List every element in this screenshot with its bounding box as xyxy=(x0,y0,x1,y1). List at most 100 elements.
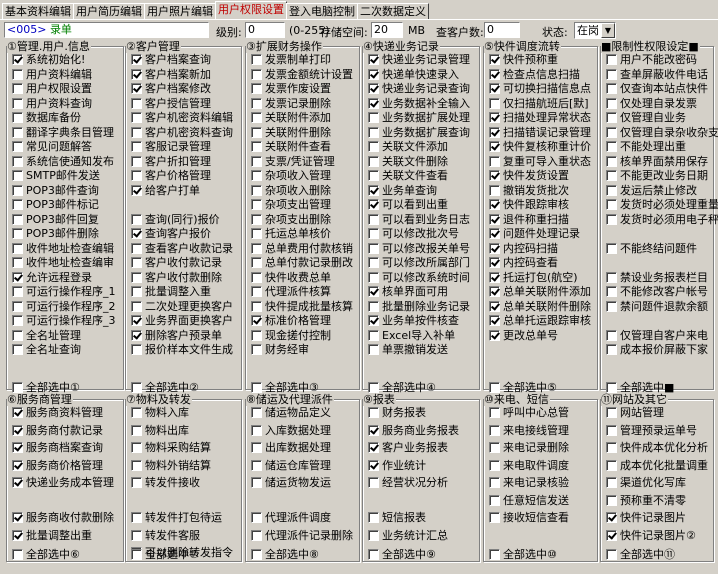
select-all-checkbox[interactable]: 全部选中③ xyxy=(251,381,319,394)
checkbox-square[interactable] xyxy=(368,243,379,254)
checkbox-square[interactable] xyxy=(489,425,500,436)
checkbox-square[interactable] xyxy=(489,495,500,506)
permission-checkbox[interactable]: 快递单快速录入 xyxy=(368,68,459,81)
checkbox-square[interactable] xyxy=(251,98,262,109)
checkbox-square[interactable] xyxy=(251,112,262,123)
checkbox-square[interactable] xyxy=(368,512,379,523)
permission-checkbox[interactable]: 可以修改所属部门 xyxy=(368,256,470,269)
permission-checkbox[interactable]: 客户档案新加 xyxy=(131,68,211,81)
permission-checkbox[interactable]: 批量调整出重 xyxy=(12,529,92,542)
checkbox-square[interactable] xyxy=(12,530,23,541)
permission-checkbox[interactable]: 全名址管理 xyxy=(12,329,81,342)
permission-checkbox[interactable]: 报价样本文件生成 xyxy=(131,343,233,356)
checkbox-square[interactable] xyxy=(606,272,617,283)
checkbox-square[interactable] xyxy=(12,112,23,123)
checkbox-square[interactable] xyxy=(606,425,617,436)
select-all-checkbox[interactable]: 全部选中■ xyxy=(606,381,674,394)
permission-checkbox[interactable]: 客户机密资料编辑 xyxy=(131,111,233,124)
checkbox-square[interactable] xyxy=(12,243,23,254)
checkbox-square[interactable] xyxy=(606,301,617,312)
checkbox-square[interactable] xyxy=(368,477,379,488)
permission-checkbox[interactable]: 常见问题解答 xyxy=(12,140,92,153)
permission-checkbox[interactable]: 财务经审 xyxy=(251,343,309,356)
checkbox-square[interactable] xyxy=(131,141,142,152)
permission-checkbox[interactable]: 杂项支出管理 xyxy=(251,198,331,211)
permission-checkbox[interactable]: 杂项支出删除 xyxy=(251,213,331,226)
permission-checkbox[interactable]: 内控码查看 xyxy=(489,256,558,269)
checkbox-square[interactable] xyxy=(131,69,142,80)
permission-checkbox[interactable]: SMTP邮件发送 xyxy=(12,169,100,182)
checkbox-square[interactable] xyxy=(251,54,262,65)
permission-checkbox[interactable]: 仅管理自客户来电 xyxy=(606,329,708,342)
permission-checkbox[interactable]: 发票制单打印 xyxy=(251,53,331,66)
permission-checkbox[interactable]: 快件发货设置 xyxy=(489,169,569,182)
checkbox-square[interactable] xyxy=(131,425,142,436)
level-input[interactable]: 0 xyxy=(245,22,285,38)
checkbox-square[interactable] xyxy=(606,98,617,109)
permission-checkbox[interactable]: 仅管理自业务 xyxy=(606,111,686,124)
tab-resume[interactable]: 用户简历编辑 xyxy=(73,3,145,20)
permission-checkbox[interactable]: 禁设业务报表栏目 xyxy=(606,271,708,284)
checkbox-square[interactable] xyxy=(489,512,500,523)
checkbox-square[interactable] xyxy=(251,69,262,80)
checkbox-square[interactable] xyxy=(489,442,500,453)
checkbox-square[interactable] xyxy=(368,549,379,560)
checkbox-square[interactable] xyxy=(606,344,617,355)
checkbox-square[interactable] xyxy=(368,127,379,138)
checkbox-square[interactable] xyxy=(368,214,379,225)
checkbox-square[interactable] xyxy=(489,286,500,297)
permission-checkbox[interactable]: 服务商业务报表 xyxy=(368,424,459,437)
checkbox-square[interactable] xyxy=(606,330,617,341)
checkbox-square[interactable] xyxy=(251,185,262,196)
checkbox-square[interactable] xyxy=(606,512,617,523)
permission-checkbox[interactable]: 财务报表 xyxy=(368,406,426,419)
checkbox-square[interactable] xyxy=(131,315,142,326)
permission-checkbox[interactable]: 扫描处理异常状态 xyxy=(489,111,591,124)
permission-checkbox[interactable]: 收件地址检查编辑 xyxy=(12,242,114,255)
permission-checkbox[interactable]: 客户档案修改 xyxy=(131,82,211,95)
permission-checkbox[interactable]: 仅扫描航班后[默] xyxy=(489,97,589,110)
permission-checkbox[interactable]: 代理派件核算 xyxy=(251,285,331,298)
checkbox-square[interactable] xyxy=(131,170,142,181)
permission-checkbox[interactable]: POP3邮件查询 xyxy=(12,184,99,197)
permission-checkbox[interactable]: 收件地址检查编审 xyxy=(12,256,114,269)
permission-checkbox[interactable]: POP3邮件删除 xyxy=(12,227,99,240)
checkbox-square[interactable] xyxy=(606,54,617,65)
permission-checkbox[interactable]: 服务商收付款删除 xyxy=(12,511,114,524)
checkbox-square[interactable] xyxy=(251,344,262,355)
permission-checkbox[interactable]: 关联附件删除 xyxy=(251,126,331,139)
checkbox-square[interactable] xyxy=(131,257,142,268)
permission-checkbox[interactable]: 内控码扫描 xyxy=(489,242,558,255)
permission-checkbox[interactable]: 用户资料编辑 xyxy=(12,68,92,81)
checkbox-square[interactable] xyxy=(368,83,379,94)
permission-checkbox[interactable]: 快件收费总单 xyxy=(251,271,331,284)
checkbox-square[interactable] xyxy=(368,272,379,283)
checkbox-square[interactable] xyxy=(131,83,142,94)
checkbox-square[interactable] xyxy=(368,442,379,453)
checkbox-square[interactable] xyxy=(131,272,142,283)
checkbox-square[interactable] xyxy=(606,286,617,297)
permission-checkbox[interactable]: 可以看到出重 xyxy=(368,198,448,211)
select-all-checkbox[interactable]: 全部选中⑧ xyxy=(251,548,319,561)
checkbox-square[interactable] xyxy=(368,425,379,436)
checkbox-square[interactable] xyxy=(489,141,500,152)
checkbox-square[interactable] xyxy=(12,382,23,393)
checkbox-square[interactable] xyxy=(606,549,617,560)
permission-checkbox[interactable]: 物料出库 xyxy=(131,424,189,437)
permission-checkbox[interactable]: 现金搓付控制 xyxy=(251,329,331,342)
permission-checkbox[interactable]: 扫描错误记录管理 xyxy=(489,126,591,139)
permission-checkbox[interactable]: 业务界面更换客户 xyxy=(131,314,233,327)
permission-checkbox[interactable]: 业务单按件核查 xyxy=(368,314,459,327)
permission-checkbox[interactable]: 退件称重扫描 xyxy=(489,213,569,226)
permission-checkbox[interactable]: 总单托运跟踪审核 xyxy=(489,314,591,327)
storage-input[interactable]: 20 xyxy=(371,22,403,38)
checkbox-square[interactable] xyxy=(489,301,500,312)
checkbox-square[interactable] xyxy=(12,425,23,436)
checkbox-square[interactable] xyxy=(12,272,23,283)
checkbox-square[interactable] xyxy=(606,83,617,94)
checkbox-square[interactable] xyxy=(606,69,617,80)
checkbox-square[interactable] xyxy=(489,257,500,268)
checkbox-square[interactable] xyxy=(368,170,379,181)
checkbox-square[interactable] xyxy=(489,199,500,210)
permission-checkbox[interactable]: 服务商付款记录 xyxy=(12,424,103,437)
